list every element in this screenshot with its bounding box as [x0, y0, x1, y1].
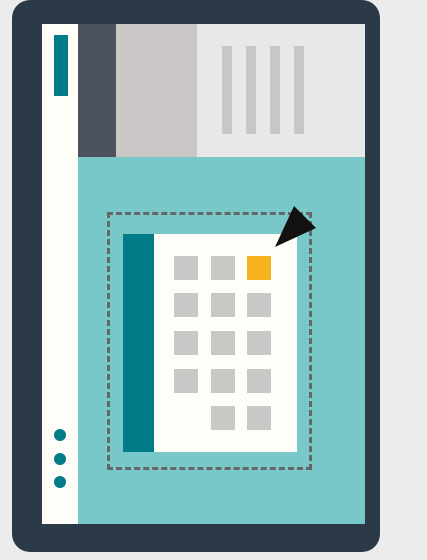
highlighted-grid-tile[interactable]: [247, 256, 271, 280]
sidebar: [42, 24, 78, 524]
barcode-bar: [294, 46, 304, 134]
more-options-dot-2-icon[interactable]: [54, 453, 66, 465]
barcode-graphic: [222, 46, 304, 134]
grid-tile[interactable]: [247, 331, 271, 355]
grid-tile[interactable]: [211, 369, 235, 393]
grid-tile[interactable]: [174, 256, 198, 280]
arrow-cursor-icon: [275, 196, 326, 247]
grid-tile[interactable]: [247, 406, 271, 430]
app-screen: [42, 24, 365, 524]
device-frame: [12, 0, 380, 552]
barcode-bar: [246, 46, 256, 134]
top-gray-panel: [116, 24, 197, 157]
calculator-app-card[interactable]: [123, 234, 297, 452]
grid-tile[interactable]: [211, 256, 235, 280]
top-light-panel: [197, 24, 365, 157]
grid-tile[interactable]: [174, 369, 198, 393]
more-options-dot-1-icon[interactable]: [54, 429, 66, 441]
card-accent-strip: [123, 234, 154, 452]
grid-tile[interactable]: [211, 293, 235, 317]
barcode-bar: [222, 46, 232, 134]
grid-tile[interactable]: [174, 331, 198, 355]
grid-tile[interactable]: [211, 406, 235, 430]
grid-tile[interactable]: [247, 369, 271, 393]
top-dark-panel: [78, 24, 116, 157]
sidebar-active-marker: [54, 35, 68, 96]
grid-tile[interactable]: [174, 293, 198, 317]
page: [0, 0, 427, 560]
grid-tile[interactable]: [247, 293, 271, 317]
grid-tile[interactable]: [211, 331, 235, 355]
barcode-bar: [270, 46, 280, 134]
more-options-dot-3-icon[interactable]: [54, 476, 66, 488]
